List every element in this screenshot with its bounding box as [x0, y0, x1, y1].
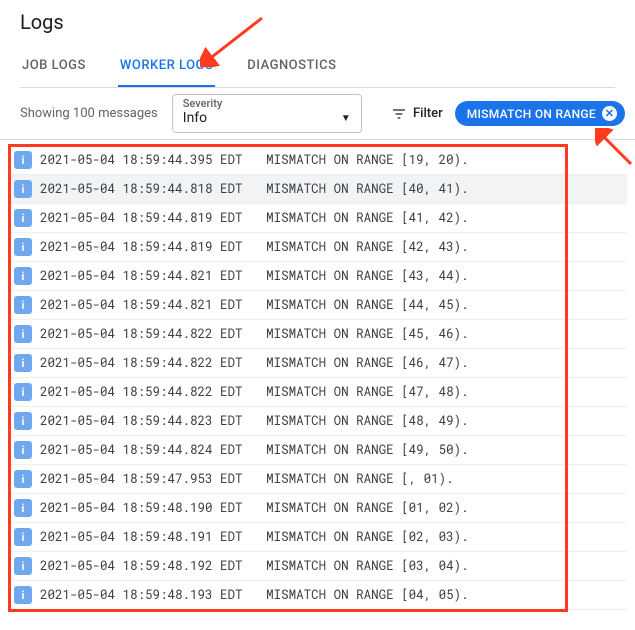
- log-timestamp: 2021-05-04 18:59:48.191 EDT: [40, 529, 243, 545]
- log-message: MISMATCH ON RANGE [, 01).: [266, 471, 454, 487]
- page-title: Logs: [20, 10, 615, 34]
- log-row[interactable]: i 2021-05-04 18:59:48.190 EDT MISMATCH ON…: [10, 494, 627, 523]
- log-message: MISMATCH ON RANGE [45, 46).: [266, 326, 469, 342]
- caret-down-icon: ▼: [341, 113, 351, 124]
- close-icon[interactable]: ✕: [602, 106, 617, 121]
- info-icon: i: [14, 499, 32, 517]
- log-message: MISMATCH ON RANGE [41, 42).: [266, 210, 469, 226]
- filter-label: Filter: [413, 106, 443, 121]
- log-message: MISMATCH ON RANGE [43, 44).: [266, 268, 469, 284]
- log-message: MISMATCH ON RANGE [40, 41).: [266, 181, 469, 197]
- log-row[interactable]: i 2021-05-04 18:59:44.822 EDT MISMATCH ON…: [10, 320, 627, 349]
- log-controls: Showing 100 messages Severity Info ▼ Fil…: [0, 88, 635, 140]
- log-timestamp: 2021-05-04 18:59:44.818 EDT: [40, 181, 243, 197]
- tab-job-logs[interactable]: JOB LOGS: [20, 48, 88, 87]
- log-row[interactable]: i 2021-05-04 18:59:44.823 EDT MISMATCH ON…: [10, 407, 627, 436]
- log-row[interactable]: i 2021-05-04 18:59:44.822 EDT MISMATCH ON…: [10, 378, 627, 407]
- tab-worker-logs[interactable]: WORKER LOGS: [118, 48, 215, 87]
- log-row[interactable]: i 2021-05-04 18:59:48.192 EDT MISMATCH ON…: [10, 552, 627, 581]
- log-timestamp: 2021-05-04 18:59:44.395 EDT: [40, 152, 243, 168]
- log-timestamp: 2021-05-04 18:59:47.953 EDT: [40, 471, 243, 487]
- info-icon: i: [14, 412, 32, 430]
- log-row[interactable]: i 2021-05-04 18:59:44.395 EDT MISMATCH ON…: [10, 146, 627, 175]
- log-message: MISMATCH ON RANGE [03, 04).: [266, 558, 469, 574]
- log-row[interactable]: i 2021-05-04 18:59:48.193 EDT MISMATCH ON…: [10, 581, 627, 610]
- info-icon: i: [14, 441, 32, 459]
- info-icon: i: [14, 470, 32, 488]
- log-message: MISMATCH ON RANGE [04, 05).: [266, 587, 469, 603]
- info-icon: i: [14, 296, 32, 314]
- log-timestamp: 2021-05-04 18:59:48.193 EDT: [40, 587, 243, 603]
- log-timestamp: 2021-05-04 18:59:44.822 EDT: [40, 355, 243, 371]
- log-list: i 2021-05-04 18:59:44.395 EDT MISMATCH ON…: [0, 140, 635, 618]
- severity-select[interactable]: Severity Info ▼: [172, 94, 362, 133]
- info-icon: i: [14, 209, 32, 227]
- filter-chip[interactable]: MISMATCH ON RANGE ✕: [455, 101, 625, 126]
- log-message: MISMATCH ON RANGE [46, 47).: [266, 355, 469, 371]
- info-icon: i: [14, 528, 32, 546]
- log-row[interactable]: i 2021-05-04 18:59:44.824 EDT MISMATCH ON…: [10, 436, 627, 465]
- log-message: MISMATCH ON RANGE [01, 02).: [266, 500, 469, 516]
- severity-label: Severity: [183, 97, 351, 110]
- log-row[interactable]: i 2021-05-04 18:59:44.818 EDT MISMATCH ON…: [10, 175, 627, 204]
- log-row[interactable]: i 2021-05-04 18:59:44.821 EDT MISMATCH ON…: [10, 262, 627, 291]
- log-row[interactable]: i 2021-05-04 18:59:44.819 EDT MISMATCH ON…: [10, 204, 627, 233]
- log-timestamp: 2021-05-04 18:59:44.821 EDT: [40, 268, 243, 284]
- info-icon: i: [14, 151, 32, 169]
- log-timestamp: 2021-05-04 18:59:44.822 EDT: [40, 384, 243, 400]
- log-timestamp: 2021-05-04 18:59:48.190 EDT: [40, 500, 243, 516]
- log-message: MISMATCH ON RANGE [48, 49).: [266, 413, 469, 429]
- info-icon: i: [14, 267, 32, 285]
- log-message: MISMATCH ON RANGE [42, 43).: [266, 239, 469, 255]
- showing-count: Showing 100 messages: [20, 106, 158, 121]
- log-timestamp: 2021-05-04 18:59:44.822 EDT: [40, 326, 243, 342]
- info-icon: i: [14, 586, 32, 604]
- tab-diagnostics[interactable]: DIAGNOSTICS: [245, 48, 338, 87]
- info-icon: i: [14, 325, 32, 343]
- log-message: MISMATCH ON RANGE [49, 50).: [266, 442, 469, 458]
- filter-icon: [391, 106, 407, 122]
- log-row[interactable]: i 2021-05-04 18:59:44.821 EDT MISMATCH ON…: [10, 291, 627, 320]
- log-timestamp: 2021-05-04 18:59:44.819 EDT: [40, 239, 243, 255]
- log-row[interactable]: i 2021-05-04 18:59:44.819 EDT MISMATCH ON…: [10, 233, 627, 262]
- log-message: MISMATCH ON RANGE [19, 20).: [266, 152, 469, 168]
- log-message: MISMATCH ON RANGE [47, 48).: [266, 384, 469, 400]
- severity-value: Info: [183, 110, 207, 126]
- log-message: MISMATCH ON RANGE [44, 45).: [266, 297, 469, 313]
- info-icon: i: [14, 383, 32, 401]
- info-icon: i: [14, 354, 32, 372]
- tabs-bar: JOB LOGS WORKER LOGS DIAGNOSTICS: [20, 48, 615, 88]
- log-row[interactable]: i 2021-05-04 18:59:47.953 EDT MISMATCH ON…: [10, 465, 627, 494]
- info-icon: i: [14, 180, 32, 198]
- log-message: MISMATCH ON RANGE [02, 03).: [266, 529, 469, 545]
- log-timestamp: 2021-05-04 18:59:44.821 EDT: [40, 297, 243, 313]
- filter-button[interactable]: Filter: [389, 100, 445, 128]
- log-timestamp: 2021-05-04 18:59:48.192 EDT: [40, 558, 243, 574]
- log-timestamp: 2021-05-04 18:59:44.824 EDT: [40, 442, 243, 458]
- log-row[interactable]: i 2021-05-04 18:59:44.822 EDT MISMATCH ON…: [10, 349, 627, 378]
- log-timestamp: 2021-05-04 18:59:44.823 EDT: [40, 413, 243, 429]
- info-icon: i: [14, 557, 32, 575]
- log-row[interactable]: i 2021-05-04 18:59:48.191 EDT MISMATCH ON…: [10, 523, 627, 552]
- log-timestamp: 2021-05-04 18:59:44.819 EDT: [40, 210, 243, 226]
- info-icon: i: [14, 238, 32, 256]
- filter-chip-label: MISMATCH ON RANGE: [467, 107, 596, 121]
